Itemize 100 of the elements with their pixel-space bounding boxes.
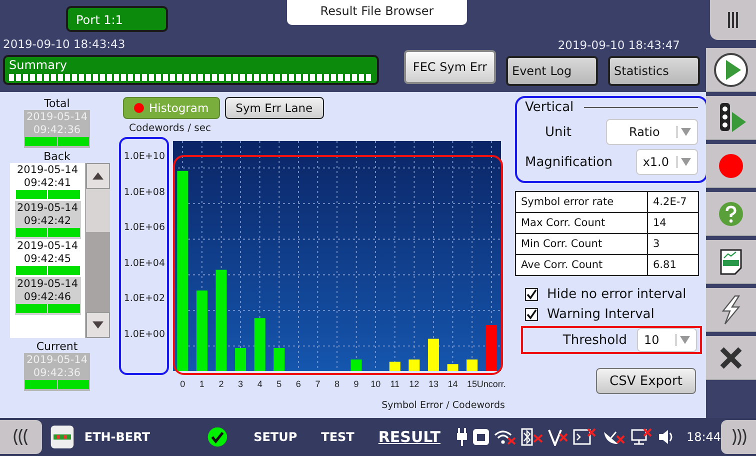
- magnification-label: Magnification: [525, 154, 612, 170]
- view-tab[interactable]: Sym Err Lane: [224, 97, 324, 119]
- left-panel-handle[interactable]: [0, 420, 42, 454]
- current-label: Current: [36, 340, 78, 353]
- x-tick-label: 9: [354, 379, 359, 389]
- table-cell: 14: [648, 212, 698, 234]
- table-cell: 3: [648, 234, 698, 254]
- x-tick-label: 14: [448, 379, 458, 389]
- summary-label: Summary: [9, 58, 68, 72]
- record-icon: [718, 152, 744, 178]
- status-bar-icon: [16, 228, 80, 237]
- x-tick-label: 11: [390, 379, 400, 389]
- unit-label: Unit: [545, 124, 572, 140]
- x-tick-label: 8: [334, 379, 340, 389]
- back-label: Back: [44, 150, 70, 163]
- checkbox[interactable]: [525, 288, 538, 301]
- network-icon: [473, 429, 490, 445]
- x-tick-label: 15: [467, 379, 478, 389]
- lightning-icon: [719, 294, 743, 324]
- section-title: Vertical: [525, 100, 574, 115]
- page-tab[interactable]: Statistics: [608, 56, 700, 86]
- option-label: Warning Interval: [547, 307, 654, 322]
- dropdown-caret-icon: [675, 156, 693, 168]
- entry-date: 2019-05-14: [16, 202, 78, 214]
- threshold-dropdown[interactable]: 10: [637, 328, 697, 352]
- table-cell: 4.2E-7: [648, 192, 698, 212]
- status-bar-icon: [16, 190, 80, 199]
- monitor-off-icon: [631, 428, 654, 446]
- table-cell: Max Corr. Count: [516, 212, 648, 234]
- close-button[interactable]: [706, 336, 756, 380]
- x-tick-label: 4: [257, 379, 262, 389]
- mode-tab[interactable]: SETUP: [242, 430, 310, 444]
- entry-time: 09:42:42: [24, 214, 72, 227]
- check-icon: [206, 425, 228, 449]
- entry-time: 09:42:45: [24, 252, 72, 265]
- mode-tab[interactable]: RESULT: [366, 428, 452, 446]
- page-tab[interactable]: Event Log: [506, 56, 598, 86]
- lightning-button[interactable]: [706, 288, 756, 332]
- traffic-light-button[interactable]: [706, 96, 756, 140]
- status-bar-icon: [25, 137, 89, 146]
- app-icon[interactable]: [50, 423, 74, 451]
- v-off-icon: [548, 428, 568, 446]
- mode-tab[interactable]: TEST: [309, 430, 366, 444]
- unit-dropdown[interactable]: Ratio: [606, 119, 698, 145]
- play-icon: [713, 52, 749, 88]
- magnification-dropdown[interactable]: x1.0: [636, 149, 698, 175]
- panel-handle[interactable]: [710, 0, 756, 40]
- entry-time: 09:42:46: [24, 290, 72, 303]
- port-tab[interactable]: Port 1:1: [66, 6, 168, 32]
- entry-time: 09:42:41: [24, 176, 72, 189]
- grip-icon: [727, 12, 739, 28]
- entry-card[interactable]: 2019-05-14 09:42:41: [14, 163, 80, 201]
- status-bar-icon: [25, 380, 89, 389]
- wifi-off-icon: [494, 429, 516, 445]
- y-scale-label: 1.0E+06: [124, 222, 165, 236]
- start-time: 2019-09-10 18:43:43: [3, 37, 126, 51]
- terminal-off-icon: [573, 428, 598, 446]
- y-scale-label: 1.0E+10: [124, 151, 165, 164]
- x-axis-label: Symbol Error / Codewords: [382, 400, 505, 411]
- entry-card[interactable]: 2019-05-14 09:42:46: [14, 277, 80, 315]
- bluetooth-off-icon: [521, 428, 544, 446]
- entry-date: 2019-05-14: [16, 278, 78, 290]
- dialog-title: Result File Browser: [287, 0, 467, 25]
- y-axis-label: Codewords / sec: [129, 123, 212, 134]
- y-scale-label: 1.0E+00: [124, 328, 165, 342]
- report-button[interactable]: [706, 240, 756, 284]
- checkbox[interactable]: [525, 308, 538, 321]
- x-tick-label: 12: [409, 379, 420, 389]
- x-tick-label: 7: [315, 379, 320, 389]
- app-name: ETH-BERT: [84, 430, 152, 444]
- scroll-up-icon[interactable]: [86, 163, 110, 189]
- y-scale-label: 1.0E+08: [124, 186, 165, 200]
- x-tick-label: 10: [370, 379, 381, 389]
- close-icon: [719, 346, 743, 370]
- report-icon: [719, 248, 743, 276]
- help-icon: [718, 200, 744, 226]
- scroll-down-icon[interactable]: [86, 312, 110, 338]
- clock: 18:44: [686, 430, 722, 444]
- plug-icon: [456, 428, 468, 446]
- page-tab[interactable]: FEC Sym Err: [404, 50, 496, 84]
- start-button[interactable]: [706, 48, 756, 92]
- status-bar-icon: [16, 304, 80, 313]
- dropdown-caret-icon: [674, 334, 692, 346]
- x-tick-label: 13: [428, 379, 438, 389]
- right-panel-handle[interactable]: [721, 420, 756, 454]
- checkbox-option[interactable]: Hide no error interval: [525, 287, 702, 302]
- x-tick-label: 0: [180, 379, 186, 389]
- entry-card[interactable]: 2019-05-14 09:42:42: [14, 201, 80, 239]
- end-time: 2019-09-10 18:43:47: [558, 38, 680, 52]
- table-cell: 6.81: [648, 254, 698, 276]
- checkbox-option[interactable]: Warning Interval: [525, 307, 702, 322]
- scrollbar[interactable]: [85, 163, 110, 338]
- x-tick-label: 2: [218, 379, 224, 389]
- entry-card[interactable]: 2019-05-14 09:42:45: [14, 239, 80, 277]
- table-cell: Symbol error rate: [516, 192, 648, 212]
- threshold-label: Threshold: [562, 332, 627, 348]
- option-label: Hide no error interval: [547, 287, 686, 302]
- csv-export-button[interactable]: CSV Export: [596, 368, 696, 394]
- x-tick-label: 5: [276, 379, 282, 389]
- status-bar-icon: [16, 266, 80, 275]
